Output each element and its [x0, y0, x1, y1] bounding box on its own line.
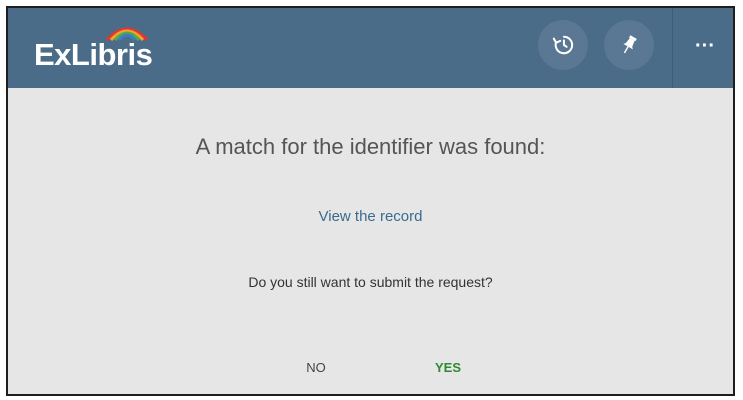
history-button[interactable] [538, 20, 588, 70]
history-icon [552, 35, 574, 55]
logo-arc-icon [105, 27, 149, 42]
yes-button[interactable]: YES [428, 360, 468, 375]
app-window: ExLibris ··· A match for the identifier … [6, 6, 735, 396]
logo-text: ExLibris [34, 37, 153, 72]
submit-question: Do you still want to submit the request? [248, 274, 493, 290]
pin-icon [623, 35, 637, 54]
pin-button[interactable] [604, 20, 654, 70]
exlibris-logo: ExLibris [34, 22, 153, 82]
top-bar: ExLibris ··· [8, 8, 733, 88]
more-options-button[interactable]: ··· [685, 24, 725, 68]
match-message: A match for the identifier was found: [195, 134, 546, 159]
more-options-icon: ··· [695, 34, 715, 57]
view-record-link[interactable]: View the record [8, 208, 733, 225]
toolbar-divider [672, 8, 673, 88]
no-button[interactable]: NO [296, 360, 336, 375]
